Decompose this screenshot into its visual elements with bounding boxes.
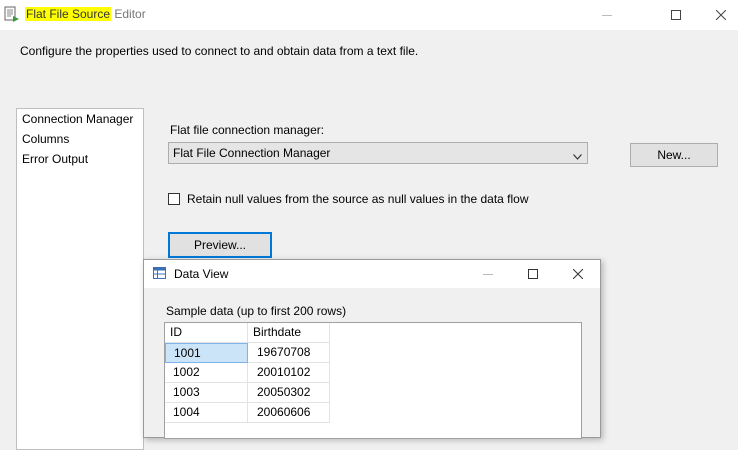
data-view-window: Data View Sample data (up to first 200 r…	[143, 259, 601, 439]
maximize-button[interactable]	[653, 3, 699, 27]
page-navigation-list: Connection Manager Columns Error Output	[16, 108, 144, 450]
maximize-icon	[528, 269, 538, 279]
title-bar: Flat File Source Editor	[0, 0, 738, 30]
grid-cell-birthdate[interactable]: 20060606	[248, 403, 330, 423]
maximize-icon	[671, 10, 681, 20]
sample-data-caption: Sample data (up to first 200 rows)	[166, 304, 347, 318]
data-view-close-button[interactable]	[558, 264, 598, 284]
grid-cell-id[interactable]: 1003	[165, 383, 248, 403]
connection-manager-selected-value: Flat File Connection Manager	[173, 146, 331, 160]
close-button[interactable]	[698, 3, 738, 27]
column-header-birthdate[interactable]: Birthdate	[248, 323, 330, 343]
window-title-rest: Editor	[111, 7, 146, 21]
minimize-icon	[602, 15, 612, 16]
nav-item-columns[interactable]: Columns	[17, 129, 143, 149]
column-header-id[interactable]: ID	[165, 323, 248, 343]
grid-cell-id[interactable]: 1002	[165, 363, 248, 383]
description-text: Configure the properties used to connect…	[20, 44, 419, 58]
data-view-maximize-button[interactable]	[513, 264, 553, 284]
flat-file-source-icon	[4, 6, 20, 22]
grid-cell-id[interactable]: 1001	[165, 343, 248, 363]
data-view-title-bar: Data View	[144, 260, 600, 288]
retain-nulls-label: Retain null values from the source as nu…	[187, 192, 529, 206]
window-title-highlighted: Flat File Source	[25, 7, 112, 21]
nav-item-error-output[interactable]: Error Output	[17, 149, 143, 169]
new-connection-button[interactable]: New...	[630, 143, 718, 167]
minimize-icon	[483, 274, 493, 275]
grid-cell-birthdate[interactable]: 20010102	[248, 363, 330, 383]
data-view-minimize-button[interactable]	[468, 264, 508, 284]
data-view-icon	[153, 267, 166, 282]
connection-manager-label: Flat file connection manager:	[170, 123, 325, 137]
minimize-button[interactable]	[584, 3, 630, 27]
grid-cell-id[interactable]: 1004	[165, 403, 248, 423]
grid-cell-birthdate[interactable]: 19670708	[248, 343, 330, 363]
nav-item-connection-manager[interactable]: Connection Manager	[17, 109, 143, 129]
sample-data-grid[interactable]: ID Birthdate 1001 19670708 1002 20010102…	[164, 322, 582, 439]
connection-manager-dropdown[interactable]: Flat File Connection Manager	[168, 142, 588, 164]
close-icon	[716, 10, 726, 20]
data-view-title: Data View	[174, 267, 229, 281]
close-icon	[573, 269, 583, 279]
chevron-down-icon	[573, 149, 582, 163]
retain-nulls-checkbox[interactable]	[168, 193, 180, 205]
window-title: Flat File Source Editor	[25, 7, 146, 21]
preview-button[interactable]: Preview...	[168, 232, 272, 258]
grid-cell-birthdate[interactable]: 20050302	[248, 383, 330, 403]
